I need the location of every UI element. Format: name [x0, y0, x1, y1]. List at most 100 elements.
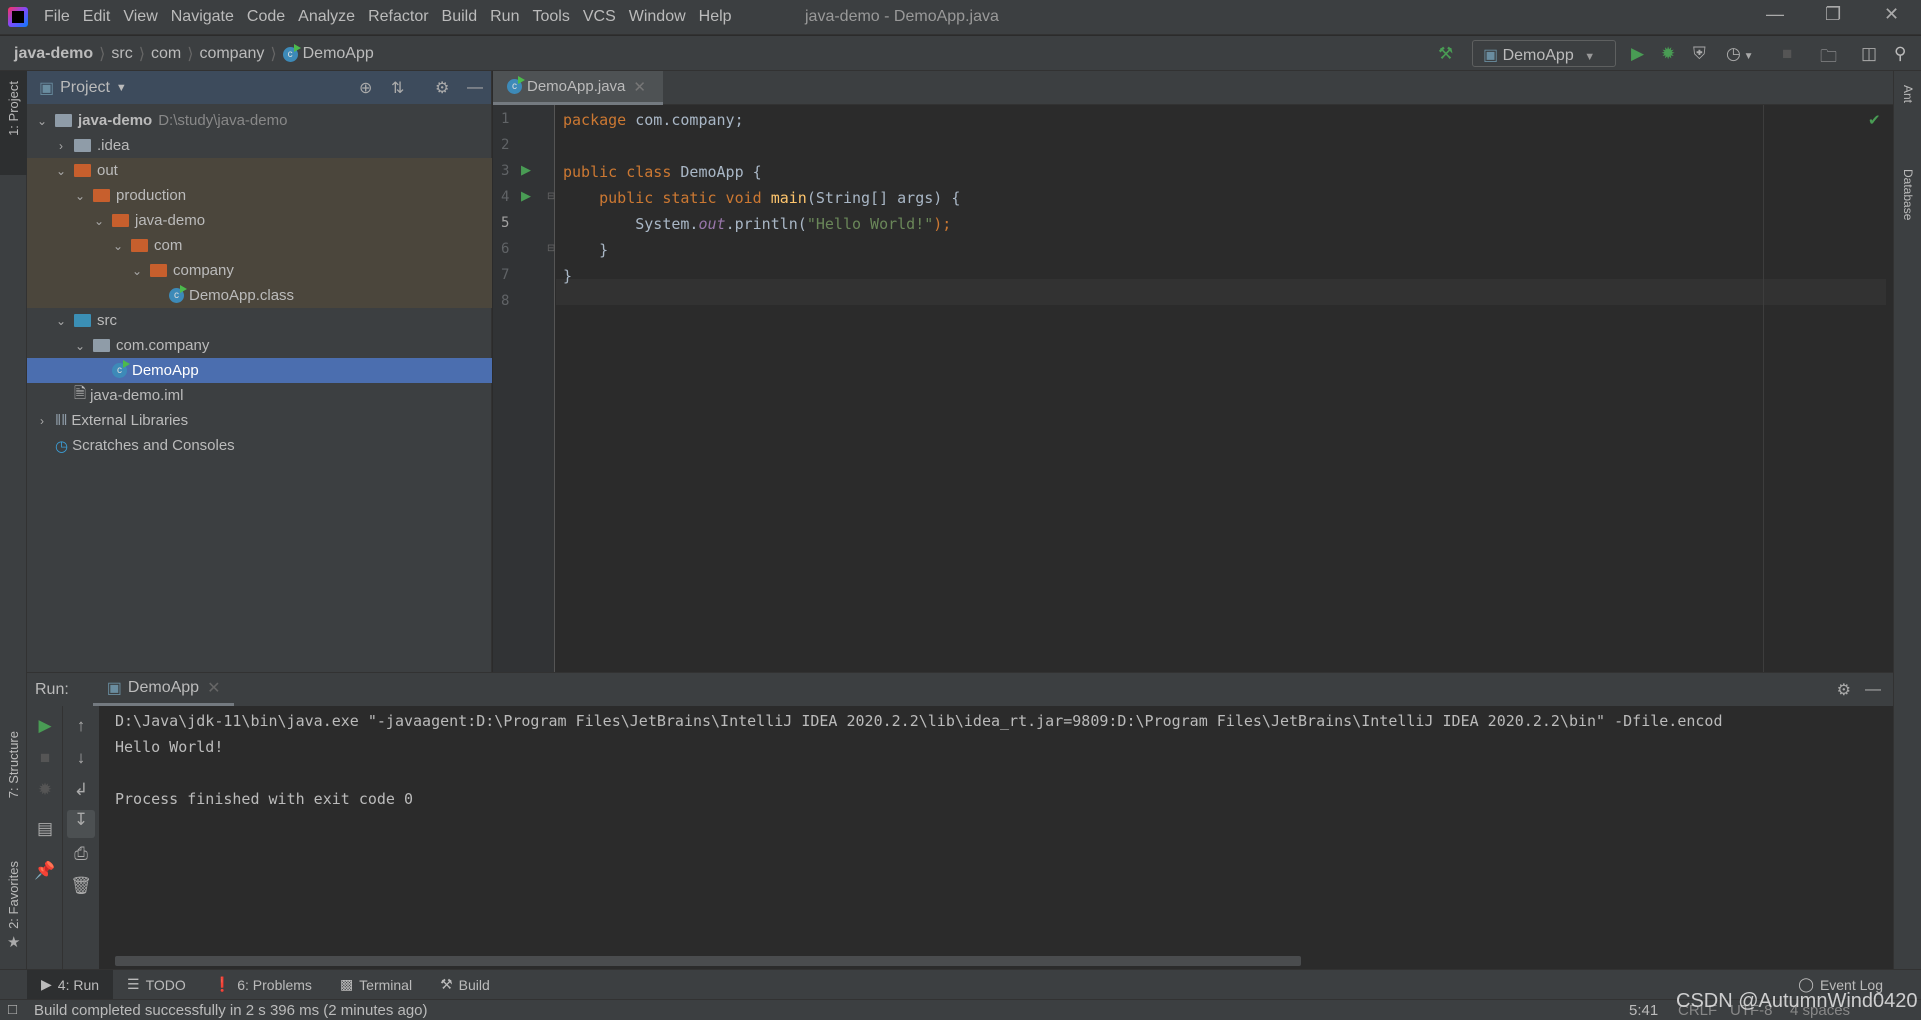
debug-rerun-icon[interactable]: ✹: [27, 780, 63, 800]
menu-tools[interactable]: Tools: [532, 8, 569, 26]
chevron-right-icon[interactable]: ›: [54, 139, 68, 153]
hide-icon[interactable]: —: [1865, 681, 1881, 699]
no-problems-check-icon[interactable]: ✔: [1868, 111, 1881, 129]
print-icon[interactable]: ⎙: [63, 844, 99, 864]
console-line[interactable]: Hello World!: [115, 738, 223, 756]
tree-item[interactable]: ◷ Scratches and Consoles: [27, 433, 492, 458]
close-window-button[interactable]: ✕: [1884, 4, 1899, 25]
tree-item[interactable]: › .idea: [27, 133, 492, 158]
scroll-to-end-icon[interactable]: ↧: [67, 810, 95, 838]
chevron-down-icon[interactable]: ⌄: [92, 214, 106, 228]
ant-tool-tab[interactable]: Ant: [1901, 85, 1915, 103]
menu-edit[interactable]: Edit: [83, 8, 111, 26]
todo-tool-tab[interactable]: ☰ TODO: [113, 970, 200, 1000]
code-line-4[interactable]: public static void main(String[] args) {: [563, 189, 960, 207]
menu-build[interactable]: Build: [442, 8, 478, 26]
gear-icon[interactable]: ⚙: [435, 78, 449, 98]
tree-item[interactable]: ⌄ out: [27, 158, 492, 183]
stop-icon[interactable]: ■: [1782, 44, 1792, 64]
collapse-all-icon[interactable]: ⇅: [391, 78, 404, 98]
profiler-icon[interactable]: ◷ ▼: [1726, 44, 1754, 64]
arrow-down-icon[interactable]: ↓: [63, 748, 99, 768]
favorites-tool-tab[interactable]: 2: Favorites: [6, 861, 21, 929]
project-structure-icon[interactable]: 🗀: [1820, 44, 1837, 73]
tree-item[interactable]: ⌄ company: [27, 258, 492, 283]
project-tool-tab[interactable]: 1: Project: [6, 81, 21, 136]
chevron-down-icon[interactable]: ⌄: [130, 264, 144, 278]
code-line-3[interactable]: public class DemoApp {: [563, 163, 762, 181]
build-tool-tab[interactable]: ⚒ Build: [426, 970, 504, 1000]
run-tool-tab[interactable]: ▶ 4: Run: [27, 969, 114, 1000]
trash-icon[interactable]: 🗑: [63, 876, 99, 896]
tree-item[interactable]: ⌄ src: [27, 308, 492, 333]
build-hammer-icon[interactable]: ⚒: [1438, 44, 1453, 64]
chevron-down-icon[interactable]: ⌄: [35, 114, 49, 128]
chevron-down-icon[interactable]: ⌄: [54, 314, 68, 328]
chevron-down-icon[interactable]: ⌄: [73, 339, 87, 353]
caret-position[interactable]: 5:41: [1629, 1002, 1658, 1019]
breadcrumb-project[interactable]: java-demo: [14, 45, 93, 63]
menu-window[interactable]: Window: [629, 8, 686, 26]
chevron-down-icon[interactable]: ⌄: [54, 164, 68, 178]
debug-bug-icon[interactable]: ✹: [1661, 44, 1675, 64]
console-line[interactable]: D:\Java\jdk-11\bin\java.exe "-javaagent:…: [115, 712, 1885, 730]
terminal-tool-tab[interactable]: ▩ Terminal: [326, 970, 426, 1000]
pin-icon[interactable]: 📌: [27, 861, 63, 881]
menu-file[interactable]: File: [44, 8, 70, 26]
search-icon[interactable]: ⚲: [1894, 44, 1906, 64]
arrow-up-icon[interactable]: ↑: [63, 716, 99, 736]
fold-icon[interactable]: ⊟: [547, 243, 555, 254]
toggle-tool-windows-icon[interactable]: □: [8, 1001, 17, 1018]
run-config-select[interactable]: ▣ DemoApp ▼: [1472, 40, 1616, 67]
run-gutter-icon[interactable]: ▶: [521, 188, 531, 204]
menu-navigate[interactable]: Navigate: [171, 8, 234, 26]
structure-tool-tab[interactable]: 7: Structure: [6, 731, 21, 798]
menu-analyze[interactable]: Analyze: [298, 8, 355, 26]
tree-item[interactable]: ⌄ com.company: [27, 333, 492, 358]
code-line-1[interactable]: package com.company;: [563, 111, 744, 129]
run-tab-demoapp[interactable]: ▣ DemoApp ✕: [92, 673, 235, 706]
breadcrumb-com[interactable]: com: [151, 45, 181, 63]
run-icon[interactable]: ▶: [1631, 44, 1644, 64]
chevron-down-icon[interactable]: ⌄: [73, 189, 87, 203]
run-anything-icon[interactable]: ◫: [1861, 44, 1877, 64]
tree-item[interactable]: ⌄ java-demo: [27, 208, 492, 233]
menu-code[interactable]: Code: [247, 8, 285, 26]
coverage-icon[interactable]: ⛨: [1693, 44, 1706, 64]
menu-refactor[interactable]: Refactor: [368, 8, 428, 26]
chevron-down-icon[interactable]: ⌄: [111, 239, 125, 253]
menu-view[interactable]: View: [123, 8, 157, 26]
gear-icon[interactable]: ⚙: [1837, 680, 1851, 700]
tree-item[interactable]: ⌄ production: [27, 183, 492, 208]
breadcrumb-src[interactable]: src: [111, 45, 132, 63]
tab-demoapp-java[interactable]: c DemoApp.java ✕: [493, 71, 663, 105]
tree-item[interactable]: c DemoApp.class: [27, 283, 492, 308]
breadcrumb-demoapp[interactable]: DemoApp: [303, 45, 374, 63]
code-line-7[interactable]: }: [563, 267, 572, 285]
problems-tool-tab[interactable]: ❗ 6: Problems: [200, 970, 326, 1000]
fold-icon[interactable]: ⊟: [547, 191, 555, 202]
hide-icon[interactable]: —: [467, 79, 483, 97]
menu-vcs[interactable]: VCS: [583, 8, 616, 26]
soft-wrap-icon[interactable]: ↲: [63, 780, 99, 800]
breadcrumb-company[interactable]: company: [199, 45, 264, 63]
project-view-select[interactable]: Project: [60, 79, 110, 97]
code-line-6[interactable]: }: [563, 241, 608, 259]
run-gutter-icon[interactable]: ▶: [521, 162, 531, 178]
tree-item[interactable]: ⌄ com: [27, 233, 492, 258]
database-tool-tab[interactable]: Database: [1901, 169, 1915, 220]
menu-run[interactable]: Run: [490, 8, 519, 26]
code-line-5[interactable]: System.out.println("Hello World!");: [563, 215, 951, 233]
status-message[interactable]: Build completed successfully in 2 s 396 …: [34, 1002, 428, 1019]
menu-help[interactable]: Help: [699, 8, 732, 26]
restore-button[interactable]: ❐: [1825, 4, 1841, 25]
layout-icon[interactable]: ▤: [27, 819, 63, 839]
minimize-button[interactable]: —: [1766, 4, 1784, 25]
chevron-right-icon[interactable]: ›: [35, 414, 49, 428]
rerun-icon[interactable]: ▶: [27, 716, 63, 736]
tree-item[interactable]: c DemoApp: [27, 358, 492, 383]
tree-item[interactable]: › ‖‖ External Libraries: [27, 408, 492, 433]
console-line[interactable]: Process finished with exit code 0: [115, 790, 413, 808]
close-tab-icon[interactable]: ✕: [633, 78, 646, 96]
tree-item[interactable]: 🗎 java-demo.iml: [27, 383, 492, 408]
